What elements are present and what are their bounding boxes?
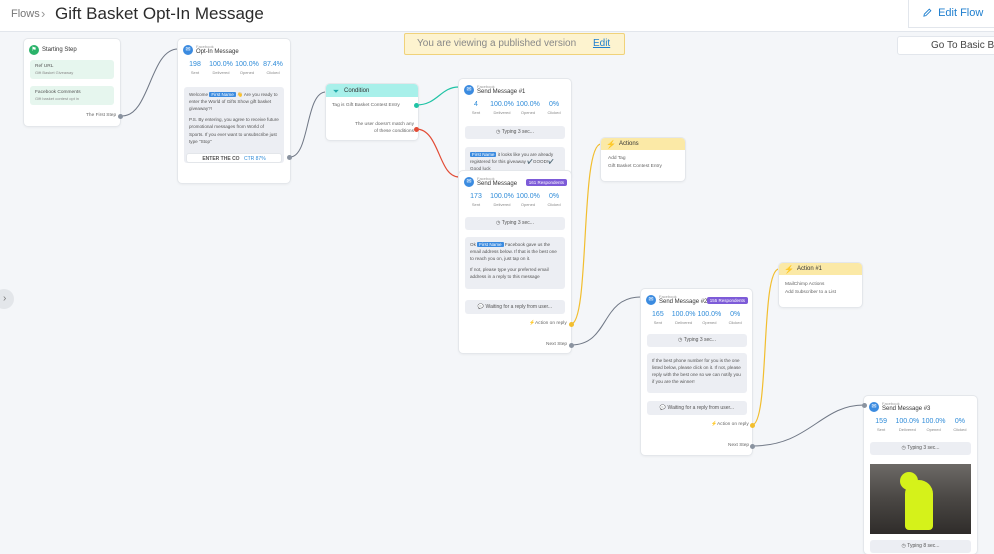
speech-bubble-icon: 💬	[659, 405, 667, 411]
condition-rule: Tag is Gift Basket Contest Entry	[332, 103, 400, 108]
first-name-tag: First Name	[470, 152, 497, 157]
send3-action-port[interactable]	[750, 423, 755, 428]
action-1-card[interactable]: ⚡ Action #1 MailChimp Actions Add Subscr…	[779, 263, 862, 307]
actions-card[interactable]: ⚡ Actions Add Tag Gift Basket Contest En…	[601, 138, 685, 181]
trigger-facebook-comments[interactable]: Facebook Comments Gift basket contest op…	[30, 86, 114, 105]
send2-typing[interactable]: ◷ Typing 3 sec...	[465, 217, 565, 230]
send2-stats: 173 Sent 100.0% Delivered 100.0% Opened 0% C…	[470, 193, 561, 207]
messenger-icon: ✉	[464, 85, 474, 95]
clock-icon: ◷	[678, 337, 683, 343]
send3-waiting-reply[interactable]: 💬 Waiting for a reply from user...	[647, 401, 747, 415]
start-output-port[interactable]	[118, 114, 123, 119]
first-name-tag: First Name	[477, 242, 504, 247]
send2-waiting-reply[interactable]: 💬 Waiting for a reply from user...	[465, 300, 565, 314]
condition-else-port[interactable]	[414, 127, 419, 132]
messenger-icon: ✉	[464, 177, 474, 187]
send-message-1-card[interactable]: ✉ Facebook Send Message #1 4 Sent 100.0% D…	[459, 79, 571, 179]
send1-stats: 4 Sent 100.0% Delivered 100.0% Opened 0% Cli…	[471, 101, 561, 115]
bolt-icon: ⚡	[606, 140, 616, 149]
wire-condition-to-send2	[415, 128, 460, 178]
send2-action-on-reply: ⚡Action on reply	[529, 321, 567, 326]
messenger-icon: ✉	[646, 295, 656, 305]
send-message-2-card[interactable]: ✉ Facebook Send Message #2 155 Responden…	[641, 289, 752, 455]
messenger-icon: ✉	[183, 45, 193, 55]
funnel-icon: ⏷	[332, 87, 340, 96]
wire-start-to-optin	[121, 48, 179, 117]
speech-bubble-icon: 💬	[477, 304, 485, 310]
optin-output-port[interactable]	[287, 155, 292, 160]
wire-send2-to-send3	[570, 296, 642, 346]
optin-stats: 198 Sent 100.0% Delivered 100.0% Opened 87.…	[189, 61, 283, 75]
condition-match-port[interactable]	[414, 103, 419, 108]
send-message-card[interactable]: ✉ Facebook Send Message 161 Respondents …	[459, 171, 571, 353]
chevron-right-icon: ›	[3, 293, 7, 304]
send3-next-port[interactable]	[750, 444, 755, 449]
condition-card[interactable]: ⏷ Condition Tag is Gift Basket Contest E…	[326, 84, 418, 140]
optin-enter-button[interactable]: ENTER THE CO CTR 87%	[186, 153, 282, 163]
send3-typing[interactable]: ◷ Typing 3 sec...	[647, 334, 747, 347]
send4-typing-1[interactable]: ◷ Typing 3 sec...	[870, 442, 971, 455]
send3-next-step: Next Step	[728, 443, 750, 448]
send4-stats: 159 Sent 100.0% Delivered 100.0% Opened 0% C…	[875, 418, 967, 432]
send3-action-on-reply: ⚡Action on reply	[711, 422, 749, 427]
starting-step-card[interactable]: ⚑ Starting Step Ref URL Gift Basket Give…	[24, 39, 120, 126]
optin-message-text: Welcome First Name 👋 Are you ready to en…	[184, 87, 284, 163]
wire-send3-to-send4	[751, 404, 865, 447]
starting-step-title: Starting Step	[42, 47, 77, 53]
send-message-3-card[interactable]: ✉ Facebook Send Message #3 159 Sent 100.0…	[864, 396, 977, 554]
messenger-icon: ✉	[869, 402, 879, 412]
send3-stats: 165 Sent 100.0% Delivered 100.0% Opened 0% C…	[652, 311, 742, 325]
clock-icon: ◷	[901, 543, 906, 549]
wire-condition-to-send1	[415, 86, 460, 106]
flag-icon: ⚑	[29, 45, 39, 55]
condition-else: The user doesn't match any of these cond…	[354, 122, 414, 135]
wire-send3-to-actions2	[751, 268, 780, 426]
clock-icon: ◷	[901, 445, 906, 451]
wire-send2-to-actions1	[570, 143, 602, 325]
send2-next-step: Next Step	[546, 342, 568, 347]
send2-action-port[interactable]	[569, 322, 574, 327]
first-name-tag: First Name	[209, 92, 236, 97]
send4-typing-2[interactable]: ◷ Typing 8 sec...	[870, 540, 971, 553]
clock-icon: ◷	[496, 129, 501, 135]
bolt-icon: ⚡	[784, 265, 794, 274]
send4-input-port[interactable]	[862, 403, 867, 408]
send2-message-text: Ok First Name Facebook gave us the email…	[465, 237, 565, 289]
send2-next-port[interactable]	[569, 343, 574, 348]
gif-image	[870, 464, 971, 534]
clock-icon: ◷	[496, 220, 501, 226]
send1-typing[interactable]: ◷ Typing 3 sec...	[465, 126, 565, 139]
respondents-badge[interactable]: 161 Respondents	[525, 179, 567, 186]
wire-optin-to-condition	[289, 91, 327, 158]
respondents-badge[interactable]: 155 Respondents	[706, 297, 748, 304]
send3-message-text: If the best phone number for you is the …	[647, 353, 747, 393]
starting-step-next: The First Step	[86, 113, 117, 118]
trigger-ref-url[interactable]: Ref URL Gift Basket Giveaway	[30, 60, 114, 79]
optin-message-card[interactable]: ✉ Facebook Opt-In Message 198 Sent 100.0%…	[178, 39, 290, 183]
